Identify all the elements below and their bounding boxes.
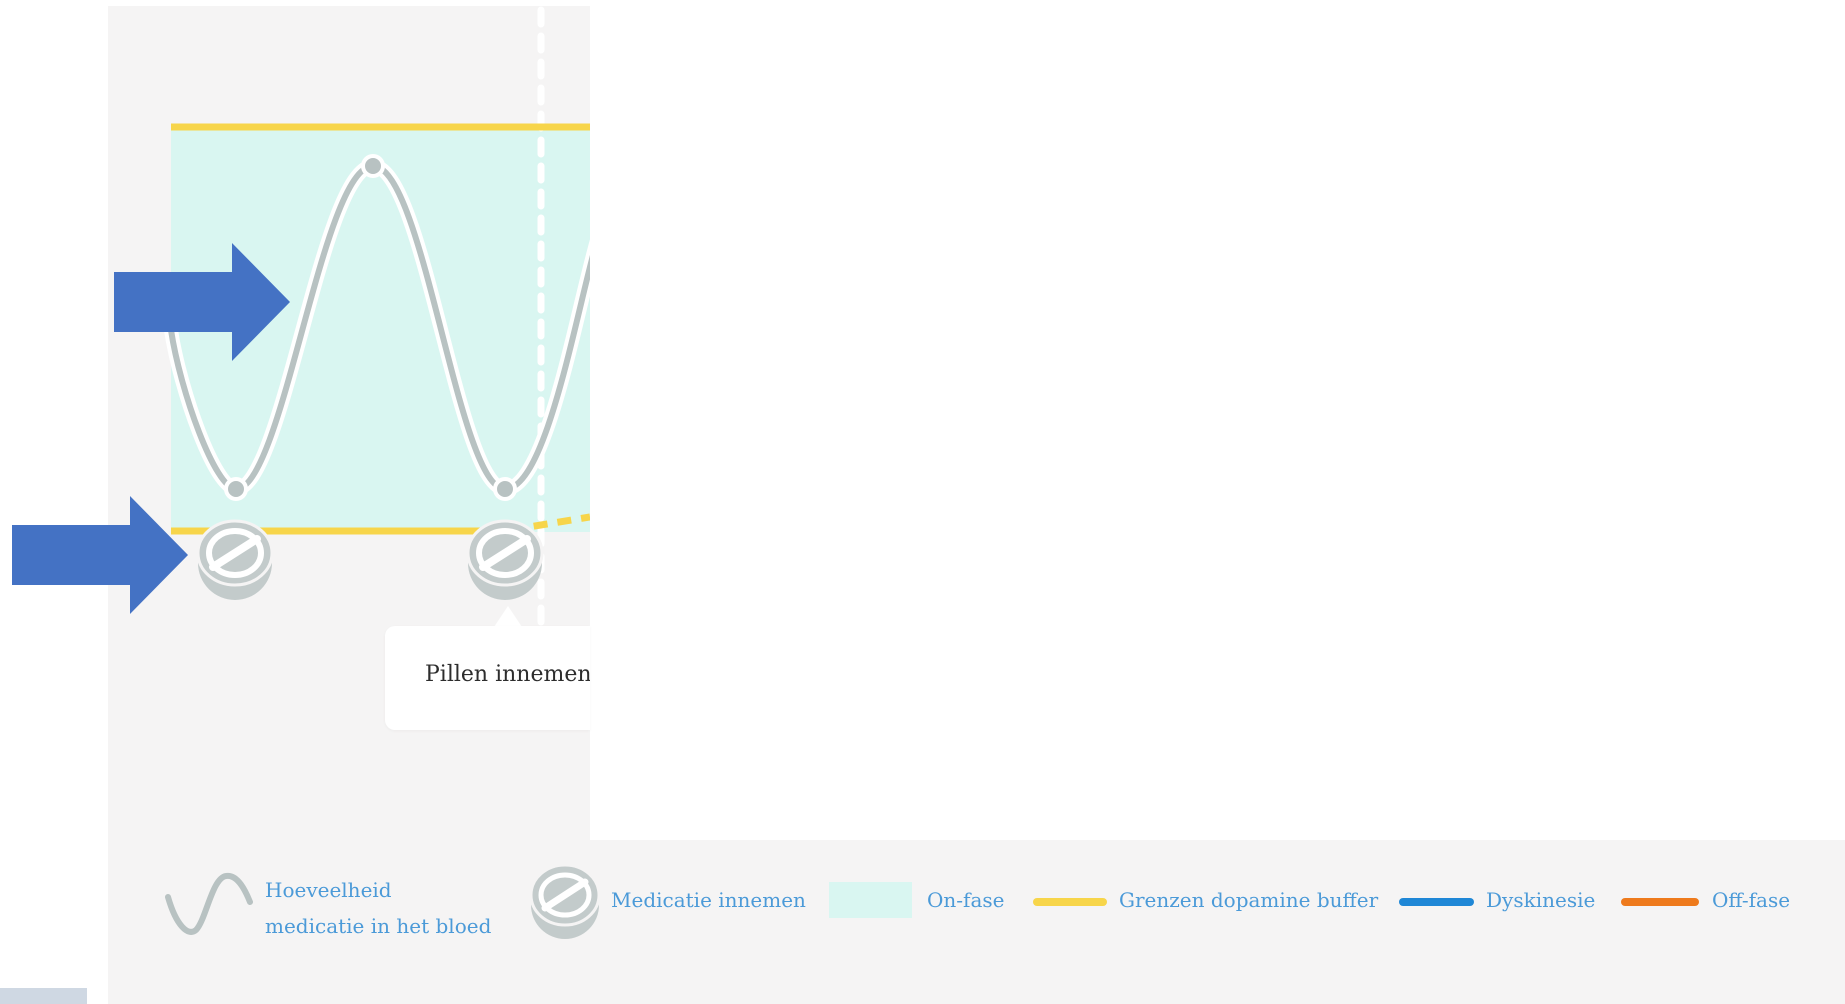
pill-icon[interactable] [466, 519, 544, 600]
legend-label-medication-level-line2: medicatie in het bloed [265, 914, 492, 938]
pill-icon[interactable] [196, 519, 274, 600]
tooltip-caret [494, 606, 522, 627]
tooltip-text: Pillen innemen [425, 662, 590, 687]
page: Pillen innemen Hoeveelheid medicatie in … [0, 0, 1845, 1004]
legend-label-dyskinesia: Dyskinesie [1486, 888, 1596, 912]
legend-label-medication-level-line1: Hoeveelheid [265, 878, 392, 902]
pill-icon [529, 863, 601, 939]
curve-node-trough-2 [493, 477, 517, 501]
legend-label-off-phase: Off-fase [1712, 888, 1791, 912]
sine-wave-icon [165, 872, 253, 935]
curve-node-peak [361, 154, 385, 178]
curve-node-trough-1 [224, 477, 248, 501]
legend-label-on-phase: On-fase [927, 888, 1005, 912]
diagram-canvas [12, 6, 601, 939]
pill-tooltip: Pillen innemen [385, 626, 590, 730]
legend-label-buffer-bounds: Grenzen dopamine buffer [1119, 888, 1379, 912]
legend-label-take-medication: Medicatie innemen [611, 888, 806, 912]
arrow-icon [12, 496, 188, 614]
